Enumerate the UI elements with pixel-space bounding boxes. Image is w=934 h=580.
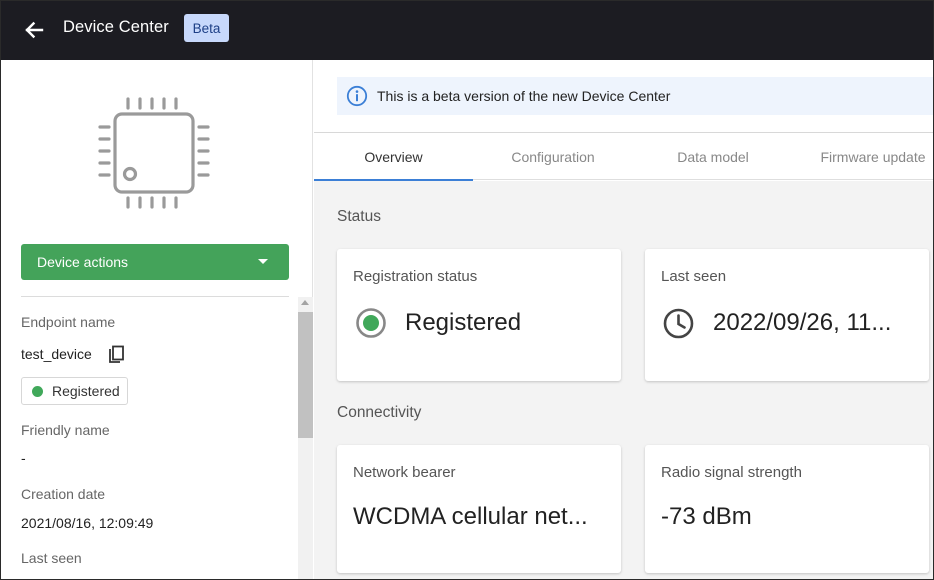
- friendly-name-label: Friendly name: [21, 422, 110, 438]
- registration-status-card: Registration status Registered: [337, 249, 621, 381]
- beta-badge: Beta: [184, 14, 229, 42]
- scroll-up-icon[interactable]: [301, 300, 309, 305]
- last-seen-card: Last seen 2022/09/26, 11...: [645, 249, 929, 381]
- friendly-name-value: -: [21, 450, 26, 466]
- registration-status-value: Registered: [405, 309, 522, 336]
- network-bearer-card: Network bearer WCDMA cellular net...: [337, 445, 621, 573]
- back-button[interactable]: [19, 15, 49, 45]
- status-badge: Registered: [21, 377, 128, 405]
- registration-status-title: Registration status: [353, 268, 478, 285]
- tab-bar: Overview Configuration Data model Firmwa…: [314, 132, 933, 181]
- device-center-window: Device Center Beta Device actions Endpoi…: [0, 0, 934, 580]
- banner-text: This is a beta version of the new Device…: [377, 88, 671, 104]
- chip-icon: [98, 97, 210, 209]
- endpoint-name-label: Endpoint name: [21, 314, 116, 330]
- sidebar-scrollbar-thumb[interactable]: [298, 312, 313, 438]
- sidebar-divider: [21, 296, 289, 297]
- top-bar: Device Center Beta: [1, 1, 933, 60]
- device-actions-button[interactable]: Device actions: [21, 244, 289, 280]
- last-seen-card-value: 2022/09/26, 11...: [713, 309, 892, 336]
- status-section-title: Status: [337, 208, 381, 225]
- endpoint-name-value: test_device: [21, 346, 92, 362]
- beta-info-banner: This is a beta version of the new Device…: [337, 77, 933, 115]
- tab-data-model[interactable]: Data model: [633, 133, 793, 180]
- creation-date-value: 2021/08/16, 12:09:49: [21, 515, 154, 531]
- tab-overview[interactable]: Overview: [314, 133, 473, 181]
- tab-configuration[interactable]: Configuration: [473, 133, 633, 180]
- copy-icon[interactable]: [107, 345, 125, 365]
- radio-signal-card: Radio signal strength -73 dBm: [645, 445, 929, 573]
- last-seen-card-title: Last seen: [661, 268, 727, 285]
- creation-date-label: Creation date: [21, 486, 106, 502]
- arrow-left-icon: [25, 21, 44, 39]
- main-panel: This is a beta version of the new Device…: [314, 60, 933, 579]
- device-sidebar: Device actions Endpoint name test_device…: [1, 60, 313, 579]
- connectivity-section-title: Connectivity: [337, 404, 422, 421]
- last-seen-label: Last seen: [21, 550, 82, 566]
- overview-content: Status Registration status Registered La…: [314, 181, 933, 579]
- clock-icon: [663, 308, 694, 339]
- radio-signal-value: -73 dBm: [661, 503, 752, 530]
- network-bearer-value: WCDMA cellular net...: [353, 503, 588, 530]
- status-badge-label: Registered: [52, 383, 120, 399]
- status-dot-icon: [32, 385, 43, 397]
- info-icon: [346, 85, 368, 107]
- radio-signal-title: Radio signal strength: [661, 464, 802, 481]
- network-bearer-title: Network bearer: [353, 464, 456, 481]
- caret-down-icon: [258, 259, 268, 264]
- tab-firmware-update[interactable]: Firmware update: [793, 133, 933, 180]
- radio-dot-icon: [356, 308, 386, 338]
- device-actions-label: Device actions: [37, 254, 129, 270]
- app-title: Device Center: [63, 18, 169, 36]
